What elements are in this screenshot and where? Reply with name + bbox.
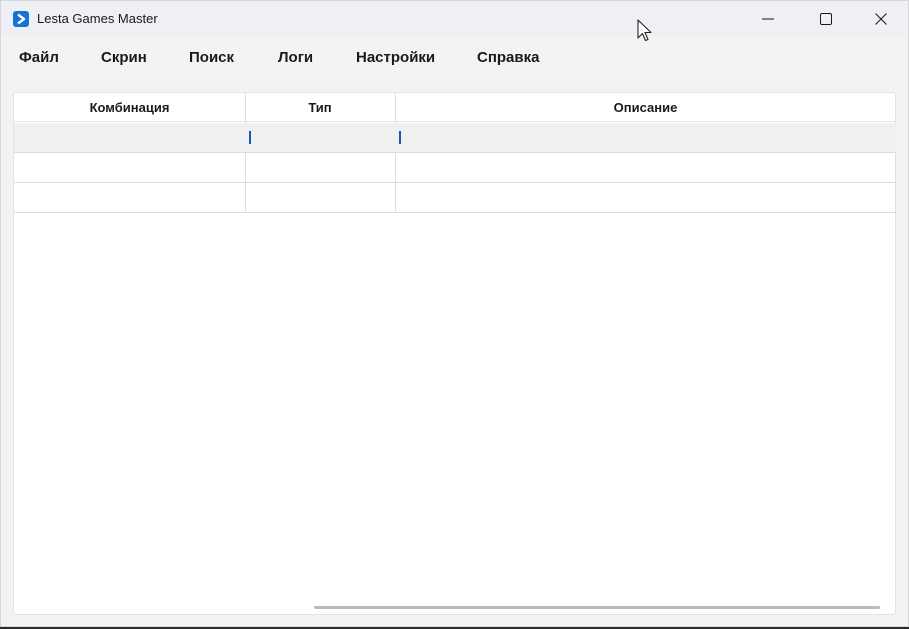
text-caret — [249, 131, 251, 144]
cell-combination[interactable] — [14, 183, 245, 212]
title-bar[interactable]: Lesta Games Master — [1, 1, 908, 37]
text-caret — [399, 131, 401, 144]
horizontal-scrollbar[interactable] — [314, 606, 880, 609]
menu-settings[interactable]: Настройки — [356, 49, 435, 66]
grid-header: Комбинация Тип Описание — [14, 93, 896, 122]
cell-combination[interactable] — [14, 123, 245, 152]
maximize-button[interactable] — [797, 1, 855, 37]
cell-description[interactable] — [395, 183, 895, 212]
menu-screenshot[interactable]: Скрин — [101, 49, 147, 66]
column-header-type[interactable]: Тип — [245, 93, 395, 122]
column-header-combination[interactable]: Комбинация — [14, 93, 245, 122]
menu-logs[interactable]: Логи — [278, 49, 313, 66]
maximize-icon — [820, 13, 832, 25]
menu-bar: Файл Скрин Поиск Логи Настройки Справка — [1, 43, 908, 73]
cell-description[interactable] — [395, 153, 895, 182]
minimize-button[interactable] — [739, 1, 797, 37]
table-row[interactable] — [14, 183, 896, 213]
close-icon — [875, 13, 887, 25]
app-logo-icon — [13, 11, 29, 27]
minimize-icon — [762, 18, 774, 20]
cell-type[interactable] — [245, 183, 395, 212]
data-grid[interactable]: Комбинация Тип Описание — [13, 92, 896, 615]
close-button[interactable] — [852, 1, 909, 37]
app-window: Lesta Games Master Файл Скрин Поиск Логи… — [0, 0, 909, 627]
table-row[interactable] — [14, 123, 896, 153]
cell-description[interactable] — [395, 123, 895, 152]
cell-type[interactable] — [245, 123, 395, 152]
cell-type[interactable] — [245, 153, 395, 182]
menu-search[interactable]: Поиск — [189, 49, 234, 66]
column-header-description[interactable]: Описание — [395, 93, 896, 122]
table-row[interactable] — [14, 153, 896, 183]
cell-combination[interactable] — [14, 153, 245, 182]
mouse-cursor-icon — [637, 19, 652, 42]
menu-file[interactable]: Файл — [19, 49, 59, 66]
menu-help[interactable]: Справка — [477, 49, 539, 66]
window-title: Lesta Games Master — [37, 11, 158, 26]
